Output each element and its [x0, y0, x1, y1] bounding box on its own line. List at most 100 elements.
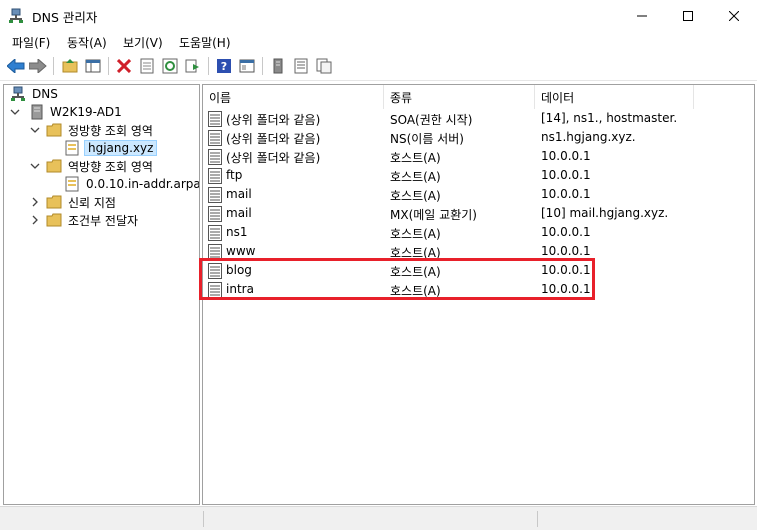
- window-title: DNS 관리자: [32, 10, 98, 25]
- table-row[interactable]: mail 호스트(A) 10.0.0.1: [203, 186, 754, 205]
- status-divider: [203, 511, 204, 527]
- menu-view[interactable]: 보기(V): [123, 34, 163, 51]
- menu-help[interactable]: 도움말(H): [179, 34, 231, 51]
- tree-label-server: W2K19-AD1: [50, 105, 122, 119]
- tree-item-reverse-zone[interactable]: 0.0.10.in-addr.arpa: [64, 175, 200, 193]
- status-divider: [537, 511, 538, 527]
- show-hide-tree-icon: [85, 59, 101, 73]
- tree-item-conditional-forwarders[interactable]: 조건부 전달자: [30, 211, 140, 229]
- delete-icon: [117, 59, 131, 73]
- menu-file[interactable]: 파일(F): [12, 34, 50, 51]
- forward-button[interactable]: [28, 56, 48, 76]
- record-icon: [208, 111, 222, 127]
- maximize-button[interactable]: [665, 0, 711, 31]
- record-icon: [208, 225, 222, 241]
- refresh-button[interactable]: [160, 56, 180, 76]
- tree-label-forward-zones: 정방향 조회 영역: [68, 123, 153, 138]
- show-hide-tree-button[interactable]: [83, 56, 103, 76]
- export-list-button[interactable]: [183, 56, 203, 76]
- console-tree: DNS W2K19-AD1 정방향 조회 영역 hgjang.xyz 역방향 조…: [3, 84, 200, 505]
- folder-icon: [46, 195, 62, 209]
- table-row[interactable]: ns1 호스트(A) 10.0.0.1: [203, 224, 754, 243]
- column-header-type-label: 종류: [390, 90, 413, 105]
- toolbar: ?: [0, 53, 757, 81]
- server-icon: [273, 58, 283, 74]
- tree-item-server[interactable]: W2K19-AD1: [10, 103, 124, 121]
- tree-label-reverse-zones: 역방향 조회 영역: [68, 159, 153, 174]
- console-view-button[interactable]: [237, 56, 257, 76]
- up-folder-button[interactable]: [60, 56, 80, 76]
- chevron-right-icon: [32, 215, 38, 225]
- column-header-data[interactable]: 데이터: [535, 85, 694, 109]
- tree-label-zone-hgjang: hgjang.xyz: [84, 140, 158, 156]
- back-icon: [7, 59, 25, 73]
- close-button[interactable]: [711, 0, 757, 31]
- list-icon: [294, 58, 308, 74]
- record-type: 호스트(A): [390, 170, 441, 184]
- menu-bar: 파일(F) 동작(A) 보기(V) 도움말(H): [0, 31, 757, 53]
- table-row[interactable]: (상위 폴더와 같음) NS(이름 서버) ns1.hgjang.xyz.: [203, 129, 754, 148]
- folder-icon: [46, 123, 62, 137]
- tree-item-trust-points[interactable]: 신뢰 지점: [30, 193, 118, 211]
- table-row[interactable]: (상위 폴더와 같음) 호스트(A) 10.0.0.1: [203, 148, 754, 167]
- column-header-data-label: 데이터: [541, 90, 575, 105]
- column-header-name[interactable]: 이름: [203, 85, 384, 109]
- dns-app-icon: [8, 8, 24, 24]
- tree-item-zone-hgjang[interactable]: hgjang.xyz: [64, 139, 158, 157]
- refresh-icon: [162, 58, 178, 74]
- record-type: SOA(권한 시작): [390, 113, 473, 127]
- record-data: [10] mail.hgjang.xyz.: [541, 206, 669, 220]
- record-icon: [208, 206, 222, 222]
- chevron-right-icon: [32, 197, 38, 207]
- record-icon: [208, 187, 222, 203]
- tree-label-trust-points: 신뢰 지점: [68, 195, 116, 210]
- record-name: mail: [226, 187, 252, 201]
- list-button[interactable]: [291, 56, 311, 76]
- chevron-down-icon: [30, 163, 40, 169]
- table-row[interactable]: mail MX(메일 교환기) [10] mail.hgjang.xyz.: [203, 205, 754, 224]
- server-button[interactable]: [268, 56, 288, 76]
- tree-item-forward-zones[interactable]: 정방향 조회 영역: [30, 121, 155, 139]
- minimize-icon: [637, 15, 647, 16]
- tree-label-reverse-zone: 0.0.10.in-addr.arpa: [86, 177, 200, 191]
- record-data: 10.0.0.1: [541, 149, 591, 163]
- record-type: MX(메일 교환기): [390, 208, 477, 222]
- server-icon: [31, 104, 43, 120]
- record-type: 호스트(A): [390, 151, 441, 165]
- record-data: 10.0.0.1: [541, 168, 591, 182]
- record-type: 호스트(A): [390, 189, 441, 203]
- record-type: NS(이름 서버): [390, 132, 464, 146]
- delete-button[interactable]: [114, 56, 134, 76]
- console-view-icon: [239, 59, 255, 73]
- record-icon: [208, 130, 222, 146]
- record-name: www: [226, 244, 256, 258]
- record-name: (상위 폴더와 같음): [226, 132, 321, 146]
- column-header-type[interactable]: 종류: [384, 85, 535, 109]
- tree-item-reverse-zones[interactable]: 역방향 조회 영역: [30, 157, 155, 175]
- record-data: [14], ns1., hostmaster.: [541, 111, 678, 125]
- record-data: 10.0.0.1: [541, 244, 591, 258]
- table-row[interactable]: (상위 폴더와 같음) SOA(권한 시작) [14], ns1., hostm…: [203, 110, 754, 129]
- help-button[interactable]: ?: [214, 56, 234, 76]
- chevron-down-icon: [30, 127, 40, 133]
- chevron-down-icon: [10, 109, 20, 115]
- close-icon: [729, 10, 739, 21]
- highlight-box: [199, 258, 595, 300]
- tree-item-dns[interactable]: DNS: [10, 85, 60, 103]
- properties-button[interactable]: [137, 56, 157, 76]
- record-data: ns1.hgjang.xyz.: [541, 130, 636, 144]
- back-button[interactable]: [6, 56, 26, 76]
- forward-icon: [29, 59, 47, 73]
- title-bar: DNS 관리자: [0, 0, 757, 31]
- record-name: (상위 폴더와 같음): [226, 151, 321, 165]
- column-header-name-label: 이름: [209, 90, 232, 105]
- copy-button[interactable]: [314, 56, 334, 76]
- properties-icon: [140, 58, 154, 74]
- record-name: (상위 폴더와 같음): [226, 113, 321, 127]
- minimize-button[interactable]: [619, 0, 665, 31]
- table-row[interactable]: ftp 호스트(A) 10.0.0.1: [203, 167, 754, 186]
- tree-label-dns: DNS: [32, 87, 58, 101]
- menu-action[interactable]: 동작(A): [67, 34, 107, 51]
- tree-label-conditional-forwarders: 조건부 전달자: [68, 213, 139, 228]
- copy-icon: [316, 58, 332, 74]
